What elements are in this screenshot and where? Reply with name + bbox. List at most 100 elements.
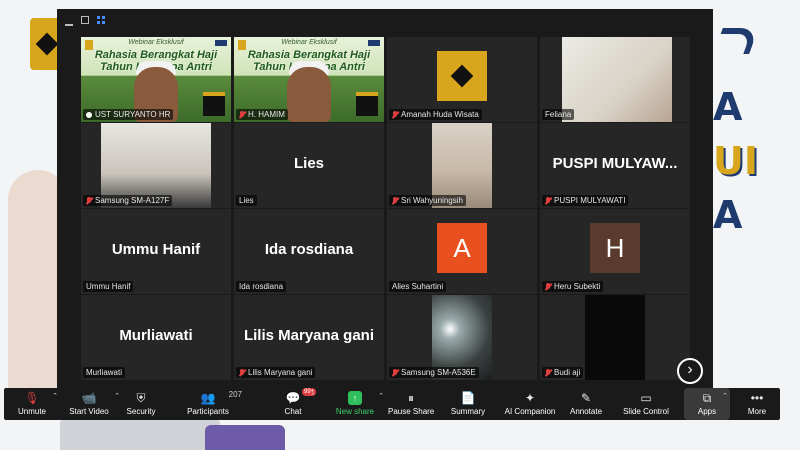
pause-share-button[interactable]: ⏸ Pause Share [388, 388, 434, 420]
window-topbar [57, 9, 713, 31]
kaaba-icon [450, 64, 474, 88]
participant-name: Sri Wahyuningsih [401, 196, 463, 205]
participant-tile[interactable]: Samsung SM-A536E [387, 295, 537, 380]
security-label: Security [126, 407, 156, 416]
participant-tile[interactable]: H Heru Subekti [540, 209, 690, 294]
participant-display-name: PUSPI MULYAW... [552, 155, 678, 172]
participant-display-name: Murliawati [119, 327, 193, 344]
participant-name: PUSPI MULYAWATI [554, 196, 626, 205]
participant-name: Samsung SM-A536E [401, 368, 476, 377]
new-share-button[interactable]: ↑ New share ⌃ [334, 388, 384, 420]
participant-tile[interactable]: Lies Lies [234, 123, 384, 208]
participant-tile[interactable]: Samsung SM-A127F [81, 123, 231, 208]
organization-logo [437, 51, 487, 101]
participant-tile[interactable]: Amanah Huda Wisata [387, 37, 537, 122]
apps-button[interactable]: ⧉ Apps ⌃ [684, 388, 730, 420]
avatar: A [437, 223, 487, 273]
participant-name: Budi aji [554, 368, 581, 377]
participant-name-label: Heru Subekti [542, 281, 604, 292]
participant-video [562, 37, 672, 122]
participant-tile[interactable]: Sri Wahyuningsih [387, 123, 537, 208]
slide-control-icon: ▭ [640, 391, 652, 405]
ai-companion-label: AI Companion [504, 407, 556, 416]
participant-tile[interactable]: Budi aji [540, 295, 690, 380]
headline-letter: A [713, 85, 743, 129]
microphone-muted-icon [239, 368, 245, 377]
chevron-up-icon[interactable]: ⌃ [378, 392, 384, 400]
participant-name-label: Lies [236, 195, 257, 206]
participant-tile[interactable]: PUSPI MULYAW... PUSPI MULYAWATI [540, 123, 690, 208]
participant-tile[interactable]: Webinar Eksklusif Rahasia Berangkat Haji … [81, 37, 231, 122]
background-headline: A UI A [713, 80, 793, 242]
participant-name: Ummu Hanif [86, 282, 131, 291]
start-video-label: Start Video [69, 407, 109, 416]
participants-button[interactable]: 👥 Participants 207 [184, 388, 242, 420]
apps-label: Apps [697, 407, 717, 416]
headline-letter: A [713, 193, 743, 237]
participant-name-label: Amanah Huda Wisata [389, 109, 482, 120]
new-share-label: New share [335, 407, 375, 416]
security-button[interactable]: ⛨ Security [122, 388, 160, 420]
chevron-up-icon[interactable]: ⌃ [310, 392, 316, 400]
microphone-muted-icon [86, 196, 92, 205]
participant-tile[interactable]: A Alies Suhartini [387, 209, 537, 294]
pause-icon: ⏸ [407, 391, 414, 405]
participant-name: UST SURYANTO HR [95, 110, 171, 119]
participant-name: Ida rosdiana [239, 282, 284, 291]
more-label: More [747, 407, 767, 416]
chevron-up-icon[interactable]: ⌃ [722, 392, 728, 400]
gallery-view-icon[interactable] [97, 16, 106, 25]
participant-name-label: H. HAMIM [236, 109, 288, 120]
microphone-muted-icon [392, 196, 398, 205]
participant-tile[interactable]: Webinar Eksklusif Rahasia Berangkat Haji … [234, 37, 384, 122]
share-arrow-icon: ↑ [348, 391, 362, 405]
participant-name-label: Budi aji [542, 367, 584, 378]
meeting-toolbar: 🎙 Unmute ⌃ 📹 Start Video ⌃ ⛨ Security 👥 … [4, 388, 780, 420]
headline-letter: UI [713, 139, 758, 183]
shield-icon: ⛨ [136, 391, 146, 405]
chevron-up-icon[interactable]: ⌃ [52, 392, 58, 400]
microphone-muted-icon [392, 368, 398, 377]
slide-control-label: Slide Control [623, 407, 669, 416]
participant-display-name: Lilis Maryana gani [243, 327, 375, 344]
participant-tile[interactable]: Murliawati Murliawati [81, 295, 231, 380]
annotate-button[interactable]: ✎ Annotate [566, 388, 606, 420]
chevron-up-icon[interactable]: ⌃ [114, 392, 120, 400]
summary-button[interactable]: 📄 Summary [449, 388, 487, 420]
next-page-button[interactable]: › [677, 358, 703, 384]
start-video-button[interactable]: 📹 Start Video ⌃ [66, 388, 120, 420]
ai-companion-button[interactable]: ✦ AI Companion [504, 388, 556, 420]
participant-video [585, 295, 645, 380]
participant-tile[interactable]: Ida rosdiana Ida rosdiana [234, 209, 384, 294]
participant-name: Samsung SM-A127F [95, 196, 170, 205]
microphone-muted-icon [545, 368, 551, 377]
webinar-subtitle: Webinar Eksklusif [128, 39, 184, 46]
microphone-muted-icon [545, 282, 551, 291]
participant-tile[interactable]: Feliana [540, 37, 690, 122]
participant-name: Heru Subekti [554, 282, 601, 291]
pin-icon [86, 111, 92, 118]
unmute-label: Unmute [17, 407, 46, 416]
slide-control-button[interactable]: ▭ Slide Control [620, 388, 672, 420]
participant-tile[interactable]: Lilis Maryana gani Lilis Maryana gani [234, 295, 384, 380]
participant-name: Alies Suhartini [392, 282, 444, 291]
luggage-image [205, 425, 285, 450]
microphone-muted-icon [392, 110, 398, 119]
microphone-muted-icon [545, 196, 551, 205]
microphone-muted-icon [239, 110, 245, 119]
participant-name: H. HAMIM [248, 110, 285, 119]
chat-button[interactable]: 💬 Chat 99+ ⌃ [278, 388, 317, 420]
minimize-icon[interactable] [65, 16, 73, 26]
annotate-label: Annotate [569, 407, 603, 416]
more-dots-icon: ••• [750, 391, 764, 405]
restore-icon[interactable] [81, 16, 89, 24]
avatar: H [590, 223, 640, 273]
participant-name-label: Sri Wahyuningsih [389, 195, 466, 206]
participant-name: Amanah Huda Wisata [401, 110, 479, 119]
kaaba-icon [356, 92, 378, 116]
more-button[interactable]: ••• More [742, 388, 772, 420]
participant-name: Murliawati [86, 368, 123, 377]
microphone-muted-icon: 🎙 [24, 391, 40, 405]
unmute-button[interactable]: 🎙 Unmute ⌃ [14, 388, 58, 420]
participant-tile[interactable]: Ummu Hanif Ummu Hanif [81, 209, 231, 294]
